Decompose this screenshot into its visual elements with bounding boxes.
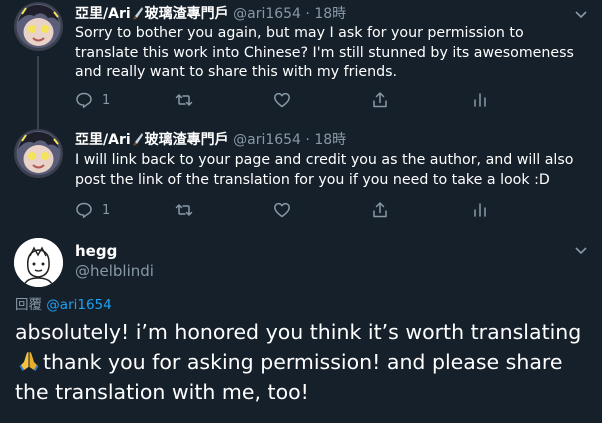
separator: · (305, 132, 310, 148)
display-name-suffix[interactable]: 玻璃渣專門戶 (145, 6, 229, 22)
reply-text-part2: thank you for asking permission! and ple… (15, 350, 563, 404)
analytics-button[interactable] (471, 90, 489, 110)
display-name[interactable]: 亞里/Ari (75, 6, 131, 22)
retweet-button[interactable] (175, 90, 202, 110)
focused-reply-tweet[interactable]: hegg @helblindi 回覆 @ari1654 absolutely! … (0, 230, 602, 423)
reply-text: absolutely! i’m honored you think it’s w… (15, 317, 595, 407)
analytics-button[interactable] (471, 200, 489, 220)
replying-to-label: 回覆 (15, 297, 42, 313)
timestamp[interactable]: 18時 (314, 6, 346, 22)
knife-emoji-icon (132, 133, 143, 146)
handle[interactable]: @ari1654 (233, 6, 301, 22)
reply-button[interactable]: 1 (75, 200, 110, 220)
chevron-down-icon[interactable] (574, 243, 588, 257)
tweet-header: 亞里/Ari 玻璃渣專門戶 @ari1654 · 18時 (75, 4, 346, 24)
separator: · (305, 6, 310, 22)
heart-icon (274, 202, 290, 218)
handle[interactable]: @helblindi (75, 261, 154, 281)
comment-icon (76, 92, 92, 108)
analytics-icon (474, 93, 486, 107)
avatar[interactable] (14, 2, 63, 51)
timestamp[interactable]: 18時 (314, 132, 346, 148)
thread-line (37, 56, 39, 122)
share-icon (373, 202, 387, 218)
handle[interactable]: @ari1654 (233, 132, 301, 148)
retweet-button[interactable] (175, 200, 202, 220)
avatar[interactable] (14, 238, 63, 287)
tweet-text: I will link back to your page and credit… (75, 152, 574, 188)
display-name[interactable]: 亞里/Ari (75, 132, 131, 148)
heart-icon (274, 92, 290, 108)
folded-hands-emoji-icon (19, 352, 39, 371)
share-button[interactable] (371, 90, 389, 110)
display-name[interactable]: hegg (75, 241, 117, 261)
knife-emoji-icon (132, 7, 143, 20)
chevron-down-icon[interactable] (574, 7, 588, 21)
retweet-icon (175, 204, 193, 216)
action-bar: 1 (75, 200, 495, 220)
share-icon (373, 92, 387, 108)
like-button[interactable] (273, 200, 300, 220)
tweet-1[interactable]: 亞里/Ari 玻璃渣專門戶 @ari1654 · 18時 Sorry to bot… (0, 0, 602, 122)
tweet-2[interactable]: 亞里/Ari 玻璃渣專門戶 @ari1654 · 18時 I will link … (0, 120, 602, 230)
comment-icon (76, 202, 92, 218)
mention-link[interactable]: @ari1654 (46, 297, 111, 313)
reply-count: 1 (102, 92, 111, 108)
reply-count: 1 (102, 202, 111, 218)
like-button[interactable] (273, 90, 300, 110)
share-button[interactable] (371, 200, 389, 220)
display-name-suffix[interactable]: 玻璃渣專門戶 (145, 132, 229, 148)
tweet-header: 亞里/Ari 玻璃渣專門戶 @ari1654 · 18時 (75, 130, 346, 150)
action-bar: 1 (75, 90, 495, 110)
reply-text-part1: absolutely! i’m honored you think it’s w… (15, 320, 582, 344)
reply-button[interactable]: 1 (75, 90, 110, 110)
replying-to: 回覆 @ari1654 (15, 296, 112, 314)
avatar[interactable] (14, 129, 63, 178)
tweet-text: Sorry to bother you again, but may I ask… (75, 25, 574, 80)
retweet-icon (175, 94, 193, 106)
analytics-icon (474, 203, 486, 217)
